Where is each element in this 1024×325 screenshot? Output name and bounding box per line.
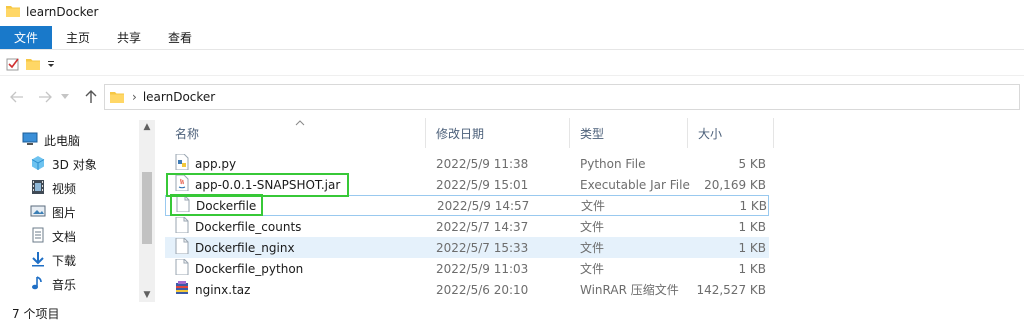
- file-type: WinRAR 压缩文件: [580, 283, 679, 297]
- file-name: Dockerfile_python: [195, 261, 304, 276]
- forward-arrow-icon[interactable]: [34, 86, 56, 108]
- file-icon: [175, 216, 189, 236]
- documents-icon: [30, 227, 46, 246]
- scrollbar-thumb[interactable]: [142, 172, 152, 244]
- nav-item-label: 文档: [52, 229, 77, 244]
- music-icon: [30, 275, 46, 294]
- nav-item-label: 视频: [52, 181, 77, 196]
- quick-access-toolbar: [0, 52, 1024, 76]
- nav-item-videos[interactable]: 视频: [30, 177, 76, 199]
- back-arrow-icon[interactable]: [6, 86, 28, 108]
- tab-file[interactable]: 文件: [0, 26, 52, 49]
- nav-item-3d-objects[interactable]: 3D 对象: [30, 153, 97, 175]
- nav-item-this-pc[interactable]: 此电脑: [22, 129, 80, 151]
- nav-item-documents[interactable]: 文档: [30, 225, 76, 247]
- nav-pane-scrollbar[interactable]: ▲ ▼: [139, 120, 155, 302]
- file-list: 名称 修改日期 类型 大小 app.py 2022/5/9 11:38 Pyth…: [165, 118, 1024, 303]
- tab-view[interactable]: 查看: [154, 26, 205, 49]
- table-row[interactable]: Dockerfile_nginx 2022/5/7 15:33 文件 1 KB: [165, 237, 769, 258]
- video-icon: [30, 179, 46, 198]
- winrar-archive-icon: [175, 280, 189, 299]
- pictures-icon: [30, 203, 46, 222]
- up-arrow-icon[interactable]: [80, 86, 102, 108]
- breadcrumb-item[interactable]: learnDocker: [143, 90, 215, 104]
- file-date: 2022/5/7 14:37: [436, 219, 529, 234]
- nav-item-label: 下载: [52, 253, 77, 268]
- navigation-pane: 此电脑 3D 对象 视频 图片 文档 下载 音乐: [0, 120, 155, 302]
- folder-icon: [110, 91, 124, 103]
- file-date: 2022/5/9 14:57: [437, 198, 530, 213]
- nav-item-label: 音乐: [52, 277, 77, 292]
- computer-icon: [22, 132, 38, 149]
- scroll-up-icon[interactable]: ▲: [139, 120, 155, 134]
- nav-item-downloads[interactable]: 下载: [30, 249, 76, 271]
- title-bar: learnDocker: [0, 0, 1024, 24]
- file-name: Dockerfile_nginx: [195, 240, 295, 255]
- file-type: 文件: [581, 199, 606, 213]
- file-type: 文件: [580, 220, 605, 234]
- file-size: 20,169 KB: [704, 177, 766, 192]
- file-type: Executable Jar File: [580, 177, 690, 192]
- customize-toolbar-icon[interactable]: [46, 59, 56, 69]
- file-name: Dockerfile_counts: [195, 219, 302, 234]
- nav-item-pictures[interactable]: 图片: [30, 201, 76, 223]
- nav-item-label: 图片: [52, 205, 77, 220]
- nav-item-label: 此电脑: [44, 133, 81, 148]
- file-size: 1 KB: [738, 219, 766, 234]
- file-size: 1 KB: [739, 198, 767, 213]
- file-size: 1 KB: [738, 240, 766, 255]
- nav-item-label: 3D 对象: [52, 157, 97, 172]
- file-date: 2022/5/9 15:01: [436, 177, 529, 192]
- table-row[interactable]: nginx.taz 2022/5/6 20:10 WinRAR 压缩文件 142…: [165, 279, 769, 300]
- file-name: app.py: [195, 156, 237, 171]
- file-date: 2022/5/9 11:38: [436, 156, 529, 171]
- file-size: 5 KB: [738, 156, 766, 171]
- window-title: learnDocker: [26, 5, 99, 19]
- properties-check-icon[interactable]: [6, 57, 20, 71]
- file-icon: [175, 258, 189, 278]
- file-date: 2022/5/7 15:33: [436, 240, 529, 255]
- file-type: 文件: [580, 262, 605, 276]
- file-date: 2022/5/9 11:03: [436, 261, 529, 276]
- column-header-date[interactable]: 修改日期: [426, 118, 570, 148]
- table-row[interactable]: app.py 2022/5/9 11:38 Python File 5 KB: [165, 153, 769, 174]
- status-item-count: 7 个项目: [12, 307, 60, 321]
- file-size: 1 KB: [738, 261, 766, 276]
- ribbon-tabs: 文件 主页 共享 查看: [0, 26, 1024, 50]
- navigation-bar: › learnDocker: [0, 84, 1024, 110]
- file-size: 142,527 KB: [696, 282, 766, 297]
- address-bar[interactable]: › learnDocker: [104, 84, 1020, 110]
- nav-item-music[interactable]: 音乐: [30, 273, 76, 295]
- file-icon: [175, 237, 189, 257]
- download-icon: [30, 251, 46, 270]
- scroll-down-icon[interactable]: ▼: [139, 288, 155, 302]
- file-type: Python File: [580, 156, 646, 171]
- highlight-box-dockerfile: [170, 194, 263, 216]
- recent-dropdown-icon[interactable]: [58, 86, 72, 108]
- 3d-objects-icon: [30, 155, 46, 174]
- file-date: 2022/5/6 20:10: [436, 282, 529, 297]
- column-header-type[interactable]: 类型: [570, 118, 688, 148]
- tab-home[interactable]: 主页: [52, 26, 103, 49]
- file-name: nginx.taz: [195, 282, 251, 297]
- column-header-size[interactable]: 大小: [688, 118, 774, 148]
- new-folder-icon[interactable]: [26, 58, 40, 70]
- folder-icon: [6, 5, 20, 20]
- file-type: 文件: [580, 241, 605, 255]
- tab-share[interactable]: 共享: [103, 26, 154, 49]
- column-header-name[interactable]: 名称: [165, 118, 426, 148]
- table-row[interactable]: Dockerfile_python 2022/5/9 11:03 文件 1 KB: [165, 258, 769, 279]
- breadcrumb-chevron-icon[interactable]: ›: [132, 90, 137, 104]
- python-file-icon: [175, 153, 189, 173]
- table-row[interactable]: Dockerfile_counts 2022/5/7 14:37 文件 1 KB: [165, 216, 769, 237]
